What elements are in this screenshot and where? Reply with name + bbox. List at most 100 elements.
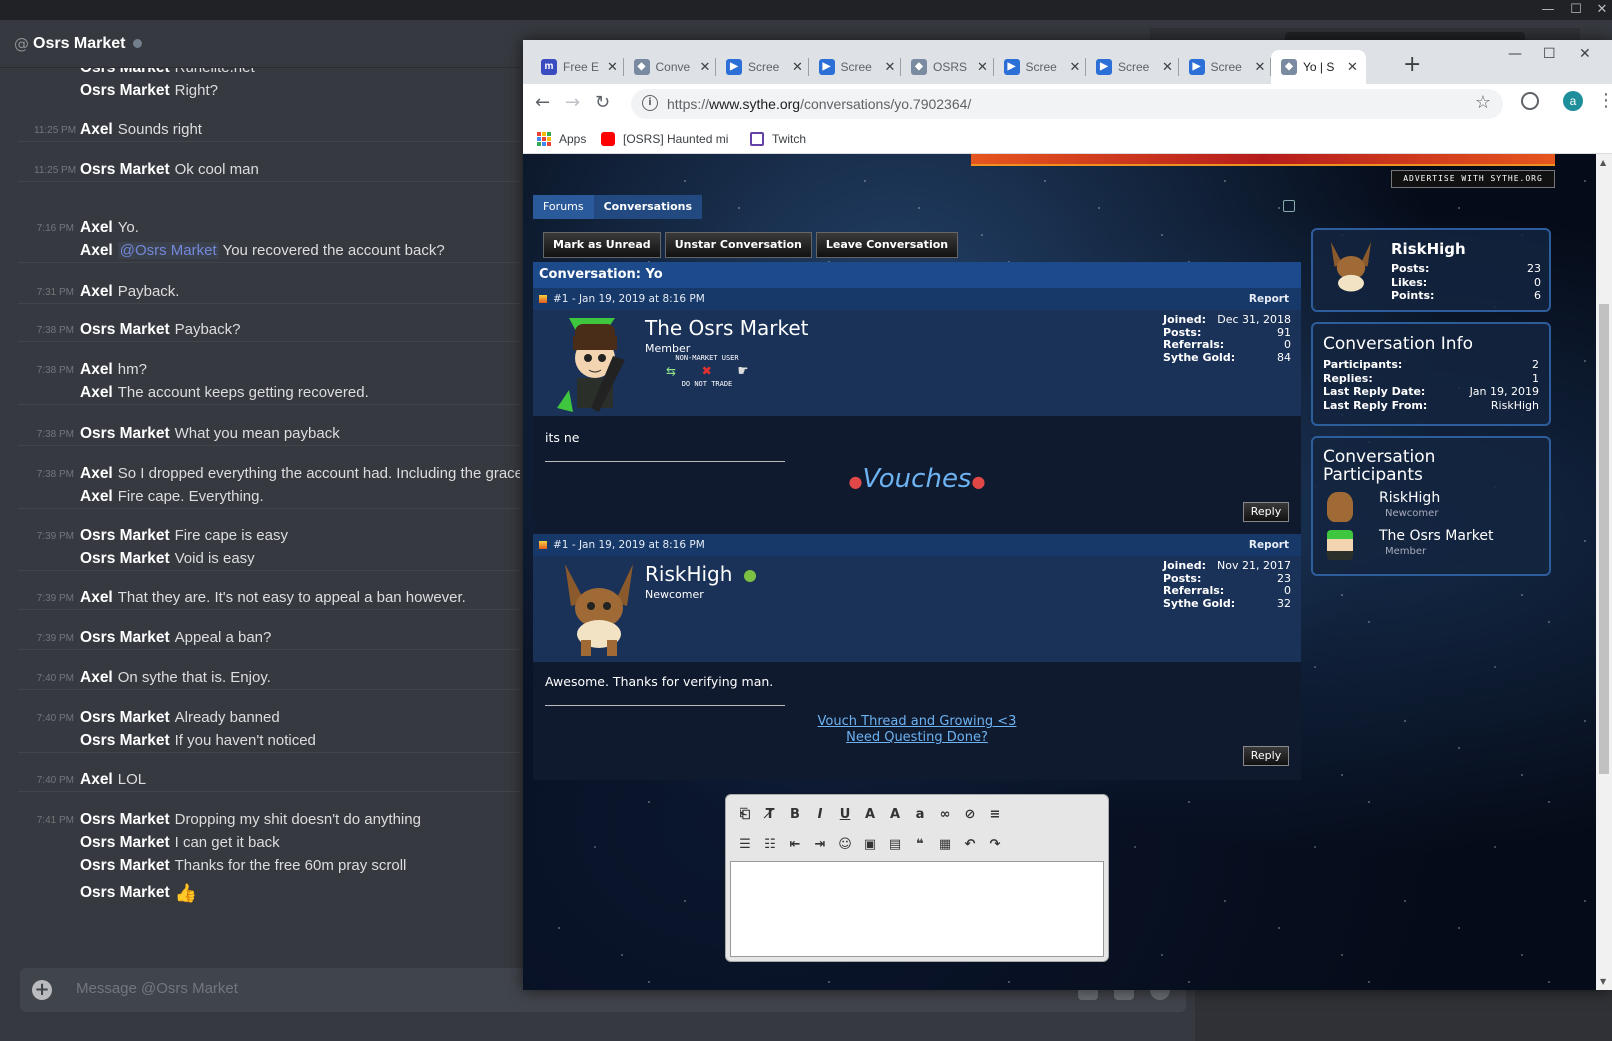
message-author[interactable]: Axel — [80, 283, 113, 300]
browser-tab[interactable]: ▶ Scree ✕ — [716, 50, 809, 84]
chrome-maximize-icon[interactable]: ☐ — [1543, 46, 1556, 62]
browser-tab[interactable]: ◆ Conve ✕ — [624, 50, 716, 84]
tab-close-icon[interactable]: ✕ — [885, 59, 896, 75]
ad-banner[interactable] — [971, 154, 1555, 166]
message-author[interactable]: Axel — [80, 242, 113, 259]
browser-tab[interactable]: ◆ Yo | S ✕ — [1271, 50, 1366, 84]
redo-icon[interactable]: ↷ — [986, 837, 1004, 852]
user-card-name[interactable]: RiskHigh — [1391, 240, 1466, 258]
participant-name[interactable]: RiskHigh — [1379, 490, 1440, 506]
font-family-icon[interactable]: a — [911, 807, 929, 822]
message-author[interactable]: Osrs Market — [80, 161, 170, 178]
minimize-icon[interactable]: — — [1540, 2, 1556, 17]
message[interactable]: 7:39 PM Axel That they are. It's not easy … — [18, 586, 520, 609]
message-author[interactable]: Osrs Market — [80, 321, 170, 338]
participant-avatar[interactable] — [1327, 530, 1353, 560]
chrome-close-icon[interactable]: ✕ — [1579, 46, 1591, 62]
participant-item[interactable]: The Osrs Market Member — [1323, 528, 1539, 564]
reply-button[interactable]: Reply — [1243, 746, 1289, 766]
message-author[interactable]: Axel — [80, 589, 113, 606]
tab-close-icon[interactable]: ✕ — [700, 59, 711, 75]
indent-icon[interactable]: ⇥ — [811, 837, 829, 852]
message-author[interactable]: Osrs Market — [80, 425, 170, 442]
message[interactable]: 7:40 PM Axel LOL — [18, 768, 520, 791]
info-value[interactable]: RiskHigh — [1491, 399, 1539, 413]
message[interactable]: Axel Fire cape. Everything. — [18, 485, 520, 508]
message-author[interactable]: Axel — [80, 488, 113, 505]
tab-close-icon[interactable]: ✕ — [607, 59, 618, 75]
message[interactable]: Osrs Market I can get it back — [18, 831, 520, 854]
message-author[interactable]: Axel — [80, 669, 113, 686]
bullet-list-icon[interactable]: ☰ — [736, 837, 754, 852]
font-size-icon[interactable]: A — [886, 807, 904, 822]
browser-tab[interactable]: m Free E ✕ — [531, 50, 624, 84]
message-author[interactable]: Axel — [80, 361, 113, 378]
message[interactable]: 7:39 PM Osrs Market Fire cape is easy — [18, 524, 520, 547]
browser-tab[interactable]: ◆ OSRS ✕ — [901, 50, 994, 84]
vouch-thread-link[interactable]: Vouch Thread and Growing <3 — [533, 714, 1301, 730]
menu-icon[interactable]: ⋮ — [1597, 90, 1612, 111]
message-author[interactable]: Osrs Market — [80, 811, 170, 828]
reply-textarea[interactable] — [730, 861, 1104, 957]
breadcrumb-forums[interactable]: Forums — [533, 195, 594, 219]
author-name[interactable]: RiskHigh — [645, 562, 757, 586]
browser-tab[interactable]: ▶ Scree ✕ — [994, 50, 1086, 84]
info-icon[interactable]: i — [642, 95, 658, 111]
tab-close-icon[interactable]: ✕ — [977, 59, 988, 75]
media-icon[interactable]: ▤ — [886, 837, 904, 852]
message-author[interactable]: Axel — [80, 384, 113, 401]
browser-tab[interactable]: ▶ Scree ✕ — [809, 50, 901, 84]
message[interactable]: 7:38 PM Axel hm? — [18, 358, 520, 381]
reload-icon[interactable]: ↻ — [595, 92, 610, 113]
close-icon[interactable]: ✕ — [1594, 2, 1610, 17]
source-icon[interactable]: ⎗ — [736, 807, 754, 822]
back-icon[interactable]: ← — [535, 92, 550, 113]
sidebar-avatar[interactable] — [1325, 238, 1377, 300]
message-author[interactable]: Osrs Market — [80, 834, 170, 851]
tab-close-icon[interactable]: ✕ — [1347, 59, 1358, 75]
scroll-thumb[interactable] — [1599, 304, 1609, 774]
message[interactable]: Osrs Market If you haven't noticed — [18, 729, 520, 752]
address-bar[interactable]: i https://www.sythe.org/conversations/yo… — [631, 89, 1503, 119]
tab-close-icon[interactable]: ✕ — [1070, 59, 1081, 75]
participant-avatar[interactable] — [1327, 492, 1353, 522]
save-draft-icon[interactable]: ▦ — [936, 837, 954, 852]
chrome-minimize-icon[interactable]: — — [1508, 46, 1522, 62]
reply-button[interactable]: Reply — [1243, 502, 1289, 522]
message[interactable]: 7:38 PM Osrs Market What you mean payback — [18, 422, 520, 445]
scroll-up-icon[interactable]: ▲ — [1600, 158, 1606, 167]
bold-icon[interactable]: B — [786, 807, 804, 822]
message-author[interactable]: Axel — [80, 465, 113, 482]
unlink-icon[interactable]: ⊘ — [961, 807, 979, 822]
message-author[interactable]: Osrs Market — [80, 550, 170, 567]
message-author[interactable]: Osrs Market — [80, 629, 170, 646]
questing-link[interactable]: Need Questing Done? — [533, 730, 1301, 746]
bookmark-haunted-mine[interactable]: [OSRS] Haunted mine — [601, 132, 729, 146]
message-author[interactable]: Osrs Market — [80, 709, 170, 726]
tab-close-icon[interactable]: ✕ — [1162, 59, 1173, 75]
message-author[interactable]: Osrs Market — [80, 732, 170, 749]
browser-tab[interactable]: ▶ Scree ✕ — [1179, 50, 1271, 84]
message-author[interactable]: Axel — [80, 771, 113, 788]
leave-button[interactable]: Leave Conversation — [815, 232, 959, 258]
advertise-link[interactable]: ADVERTISE WITH SYTHE.ORG — [1391, 170, 1555, 188]
outdent-icon[interactable]: ⇤ — [786, 837, 804, 852]
font-color-icon[interactable]: A — [861, 807, 879, 822]
message[interactable]: 7:16 PM Axel Yo. — [18, 216, 520, 239]
post-meta[interactable]: #1 - Jan 19, 2019 at 8:16 PM — [553, 539, 705, 551]
tab-close-icon[interactable]: ✕ — [1255, 59, 1266, 75]
message[interactable]: Osrs Market Runelite.net — [18, 68, 520, 79]
smiley-icon[interactable]: ☺ — [836, 837, 854, 852]
message[interactable]: 7:40 PM Osrs Market Already banned — [18, 706, 520, 729]
message-author[interactable]: Axel — [80, 121, 113, 138]
numbered-list-icon[interactable]: ☷ — [761, 837, 779, 852]
message-author[interactable]: Osrs Market — [80, 82, 170, 99]
participant-name[interactable]: The Osrs Market — [1379, 528, 1493, 544]
page-scrollbar[interactable]: ▲ ▼ — [1596, 154, 1612, 990]
extension-icon[interactable] — [1521, 92, 1539, 110]
unstar-button[interactable]: Unstar Conversation — [664, 232, 812, 258]
mark-unread-button[interactable]: Mark as Unread — [543, 232, 661, 258]
new-tab-button[interactable]: + — [1403, 52, 1421, 77]
forward-icon[interactable]: → — [565, 92, 580, 113]
maximize-icon[interactable]: ☐ — [1568, 2, 1584, 17]
